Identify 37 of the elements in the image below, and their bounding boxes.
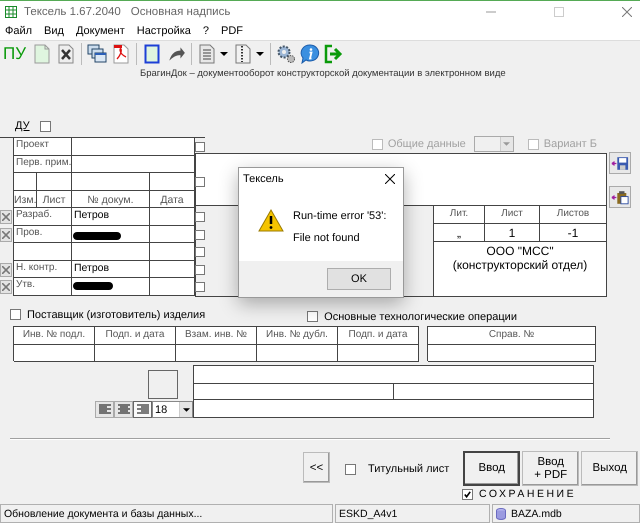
role-label: Разраб. — [13, 208, 72, 226]
column-header: Лист — [37, 190, 72, 208]
checkbox-label: Титульный лист — [368, 463, 450, 475]
checkbox-label: Общие данные — [388, 138, 466, 150]
checkbox-label: Вариант Б — [544, 138, 597, 150]
status-text: Обновление документа и базы данных... — [4, 508, 202, 520]
status-text: BAZA.mdb — [511, 508, 562, 520]
column-header: Взам. инв. № — [176, 327, 257, 345]
checkbox-label: Основные технологические операции — [324, 310, 517, 322]
column-header: Инв. № подл. — [14, 327, 95, 345]
column-header: Дата — [150, 190, 195, 208]
window-subtitle: Основная надпись — [130, 6, 230, 18]
error-message: Run-time error '53': — [293, 210, 386, 222]
caption-text: БрагинДок – документооборот конструкторской документации в электронном виде — [140, 68, 506, 79]
status-text: ESKD_A4v1 — [339, 508, 398, 520]
column-header: Лит. — [434, 206, 485, 224]
role-label: Н. контр. — [13, 260, 72, 278]
table-cell: 1 — [485, 224, 540, 242]
column-header: Справ. № — [428, 327, 596, 345]
table-cell: „ — [434, 224, 485, 242]
du-label: ДУ — [15, 120, 30, 132]
dialog-title: Тексель — [243, 173, 284, 185]
column-header: Подп. и дата — [338, 327, 419, 345]
column-header: Изм. — [13, 190, 37, 208]
field-label: Проект — [13, 138, 72, 156]
column-header: Лист — [485, 206, 540, 224]
error-detail: File not found — [293, 232, 361, 244]
checkbox-label: Поставщик (изготовитель) изделия — [27, 308, 206, 320]
column-header: Подп. и дата — [95, 327, 176, 345]
column-header: № докум. — [72, 190, 150, 208]
role-label: Утв. — [13, 278, 72, 296]
column-header: Листов — [540, 206, 606, 224]
column-header: Инв. № дубл. — [257, 327, 338, 345]
checkbox-label: СОХРАНЕНИЕ — [479, 488, 576, 500]
role-label: Пров. — [13, 226, 72, 244]
window-title: Тексель 1.67.2040 — [24, 6, 121, 18]
field-label: Перв. прим. — [13, 156, 72, 174]
